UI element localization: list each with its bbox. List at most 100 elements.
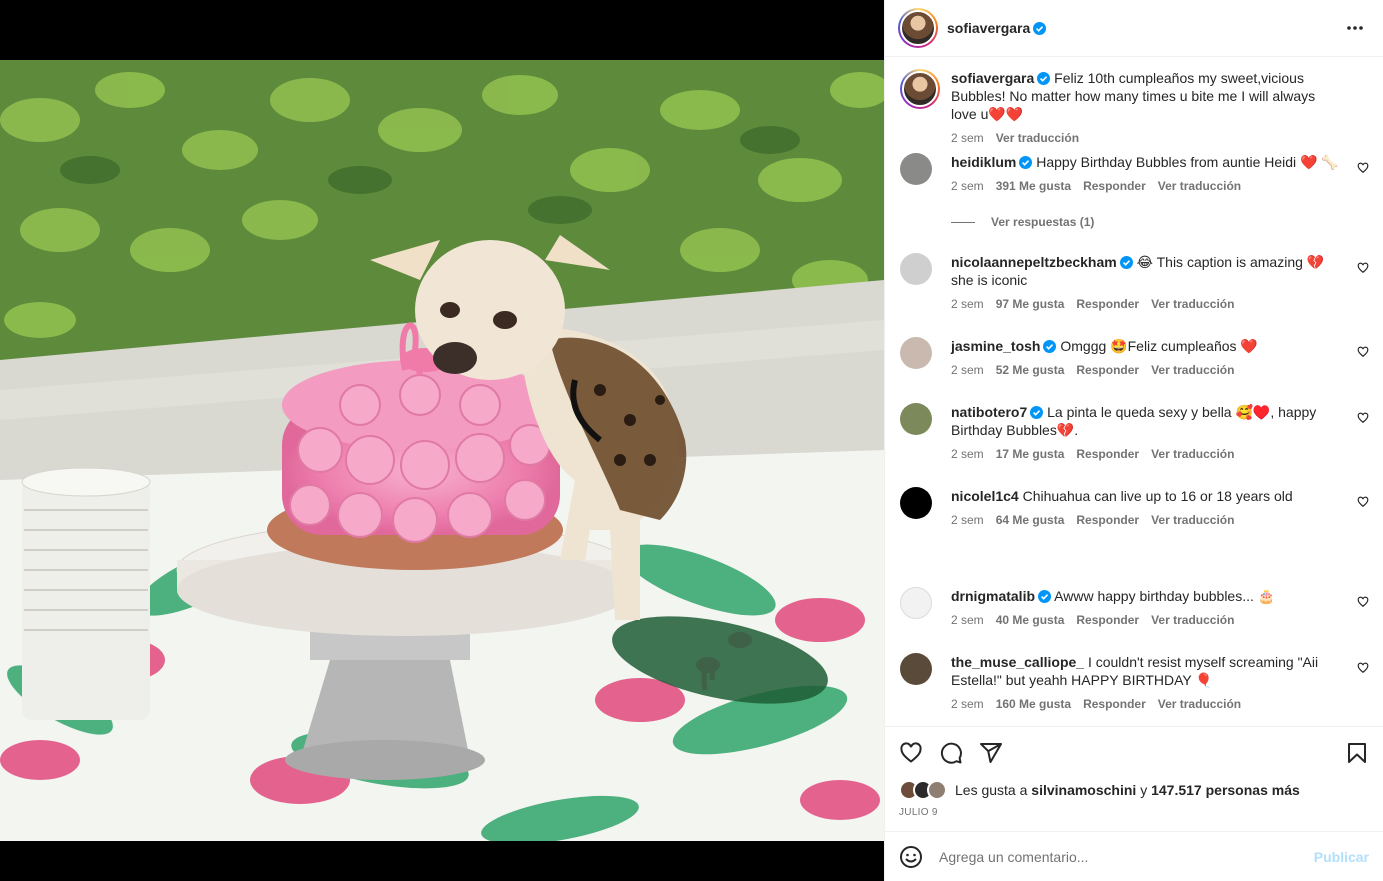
post-actions: Les gusta a silvinamoschini y 147.517 pe… <box>885 726 1383 818</box>
verified-icon <box>1038 590 1052 603</box>
reply-button[interactable]: Responder <box>1083 695 1146 713</box>
translate-button[interactable]: Ver traducción <box>1151 295 1234 313</box>
view-replies-label: Ver respuestas (1) <box>991 215 1095 229</box>
avatar[interactable] <box>900 487 932 519</box>
reply-button[interactable]: Responder <box>1076 361 1139 379</box>
comment: nicolaannepeltzbeckham 😂 This caption is… <box>900 253 1383 313</box>
translate-button[interactable]: Ver traducción <box>1151 611 1234 629</box>
verified-icon <box>1030 406 1044 419</box>
avatar[interactable] <box>898 8 938 48</box>
more-options-button[interactable] <box>1343 16 1367 40</box>
comment-input[interactable] <box>939 848 1314 865</box>
comment-username[interactable]: jasmine_tosh <box>951 338 1040 354</box>
likes-user[interactable]: silvinamoschini <box>1031 782 1136 798</box>
avatar[interactable] <box>900 403 932 435</box>
translate-button[interactable]: Ver traducción <box>996 129 1079 147</box>
heart-icon[interactable] <box>1357 596 1369 608</box>
reply-button[interactable]: Responder <box>1076 445 1139 463</box>
comment: drnigmatalib Awww happy birthday bubbles… <box>900 587 1383 647</box>
translate-button[interactable]: Ver traducción <box>1151 445 1234 463</box>
avatar[interactable] <box>900 69 940 109</box>
post-side-panel: sofiavergara sofiavergara Feliz 10th cum… <box>884 0 1383 881</box>
comments-list[interactable]: sofiavergara Feliz 10th cumpleaños my sw… <box>885 57 1383 726</box>
comment-likes[interactable]: 52 Me gusta <box>996 361 1065 379</box>
heart-icon[interactable] <box>899 741 923 765</box>
emoji-icon[interactable] <box>899 845 923 869</box>
comment-time[interactable]: 2 sem <box>951 511 984 529</box>
post-date[interactable]: JULIO 9 <box>899 807 1369 818</box>
heart-icon[interactable] <box>1357 412 1369 424</box>
avatar[interactable] <box>900 587 932 619</box>
comment-likes[interactable]: 97 Me gusta <box>996 295 1065 313</box>
comment-text: Awww happy birthday bubbles... 🎂 <box>1054 588 1276 604</box>
avatar[interactable] <box>900 253 932 285</box>
comment-likes[interactable]: 391 Me gusta <box>996 177 1071 195</box>
heart-icon[interactable] <box>1357 262 1369 274</box>
publish-button[interactable]: Publicar <box>1314 849 1369 865</box>
post-photo[interactable] <box>0 60 884 841</box>
comment-text: Omggg 🤩Feliz cumpleaños ❤️ <box>1060 338 1258 354</box>
comment-username[interactable]: nicolaannepeltzbeckham <box>951 254 1117 270</box>
comment: the_muse_calliope_ I couldn't resist mys… <box>900 653 1383 713</box>
instagram-post-view: sofiavergara sofiavergara Feliz 10th cum… <box>0 0 1383 881</box>
likes-prefix: Les gusta a <box>955 782 1028 798</box>
reply-button[interactable]: Responder <box>1076 295 1139 313</box>
comment: jasmine_tosh Omggg 🤩Feliz cumpleaños ❤️ 2… <box>900 337 1383 397</box>
heart-icon[interactable] <box>1357 346 1369 358</box>
avatar[interactable] <box>900 337 932 369</box>
comment-time[interactable]: 2 sem <box>951 295 984 313</box>
translate-button[interactable]: Ver traducción <box>1151 361 1234 379</box>
post-caption: sofiavergara Feliz 10th cumpleaños my sw… <box>900 69 1383 149</box>
heart-icon[interactable] <box>1357 162 1369 174</box>
comment-likes[interactable]: 64 Me gusta <box>996 511 1065 529</box>
liker-avatars[interactable] <box>899 780 947 800</box>
comment-time[interactable]: 2 sem <box>951 445 984 463</box>
avatar <box>927 780 947 800</box>
comment-icon[interactable] <box>939 741 963 765</box>
save-icon[interactable] <box>1345 741 1369 765</box>
comment-time[interactable]: 2 sem <box>951 695 984 713</box>
view-replies-button[interactable]: Ver respuestas (1) <box>951 215 1094 229</box>
replies-divider <box>951 221 975 223</box>
comment-username[interactable]: heidiklum <box>951 154 1016 170</box>
comment-likes[interactable]: 160 Me gusta <box>996 695 1071 713</box>
comment-username[interactable]: drnigmatalib <box>951 588 1035 604</box>
translate-button[interactable]: Ver traducción <box>1151 511 1234 529</box>
share-icon[interactable] <box>979 741 1003 765</box>
comment-username[interactable]: natibotero7 <box>951 404 1027 420</box>
comment-time[interactable]: 2 sem <box>951 611 984 629</box>
photo-illustration <box>0 60 884 841</box>
comment: heidiklum Happy Birthday Bubbles from au… <box>900 153 1383 213</box>
avatar[interactable] <box>900 653 932 685</box>
add-comment-bar: Publicar <box>885 831 1383 881</box>
likes-summary: Les gusta a silvinamoschini y 147.517 pe… <box>899 780 1369 800</box>
verified-icon <box>1037 72 1051 85</box>
likes-middle: y <box>1140 782 1148 798</box>
comment-text: Chihuahua can live up to 16 or 18 years … <box>1022 488 1293 504</box>
comment-text: Happy Birthday Bubbles from auntie Heidi… <box>1036 154 1339 170</box>
verified-icon <box>1019 156 1033 169</box>
heart-icon[interactable] <box>1357 662 1369 674</box>
comment-likes[interactable]: 17 Me gusta <box>996 445 1065 463</box>
translate-button[interactable]: Ver traducción <box>1158 695 1241 713</box>
comment-username[interactable]: nicolel1c4 <box>951 488 1019 504</box>
comment-username[interactable]: the_muse_calliope_ <box>951 654 1084 670</box>
avatar[interactable] <box>900 153 932 185</box>
comment: nicolel1c4 Chihuahua can live up to 16 o… <box>900 487 1383 547</box>
comment-likes[interactable]: 40 Me gusta <box>996 611 1065 629</box>
likes-count[interactable]: 147.517 personas más <box>1151 782 1300 798</box>
caption-time[interactable]: 2 sem <box>951 129 984 147</box>
verified-icon <box>1043 340 1057 353</box>
post-header: sofiavergara <box>885 0 1383 57</box>
reply-button[interactable]: Responder <box>1076 511 1139 529</box>
comment: natibotero7 La pinta le queda sexy y bel… <box>900 403 1383 463</box>
reply-button[interactable]: Responder <box>1076 611 1139 629</box>
post-author-username[interactable]: sofiavergara <box>947 20 1030 36</box>
comment-time[interactable]: 2 sem <box>951 177 984 195</box>
translate-button[interactable]: Ver traducción <box>1158 177 1241 195</box>
caption-username[interactable]: sofiavergara <box>951 70 1034 86</box>
heart-icon[interactable] <box>1357 496 1369 508</box>
reply-button[interactable]: Responder <box>1083 177 1146 195</box>
more-icon <box>1347 26 1363 30</box>
comment-time[interactable]: 2 sem <box>951 361 984 379</box>
